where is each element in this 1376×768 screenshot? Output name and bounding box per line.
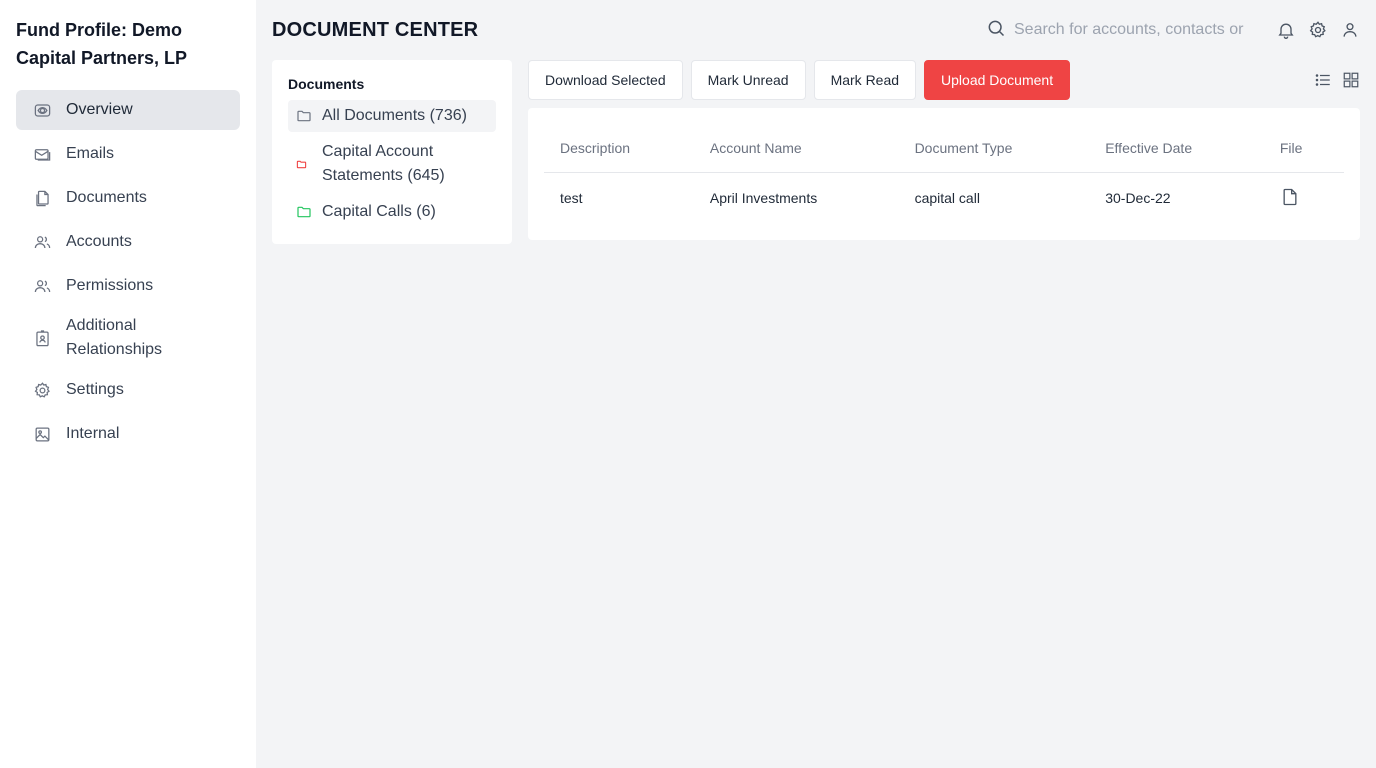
folder-capital-calls[interactable]: Capital Calls (6)	[288, 196, 496, 228]
view-toggles	[1314, 71, 1360, 89]
column-header-effective-date[interactable]: Effective Date	[1089, 124, 1264, 173]
mail-icon	[32, 144, 52, 164]
sidebar-item-label: Emails	[66, 145, 115, 162]
folder-label: All Documents (736)	[322, 107, 467, 124]
content-area: Documents All Documents (736) Capital Ac…	[272, 60, 1360, 244]
sidebar-item-documents[interactable]: Documents	[16, 178, 240, 218]
documents-table: Description Account Name Document Type E…	[544, 124, 1344, 224]
sidebar: Fund Profile: Demo Capital Partners, LP …	[0, 0, 256, 768]
page-title: DOCUMENT CENTER	[272, 18, 479, 41]
gear-icon	[32, 380, 52, 400]
folder-all-documents[interactable]: All Documents (736)	[288, 100, 496, 132]
sidebar-item-label: Documents	[66, 189, 147, 206]
folder-capital-account-statements[interactable]: Capital Account Statements (645)	[288, 136, 496, 192]
sidebar-item-label: Accounts	[66, 233, 132, 250]
sidebar-item-permissions[interactable]: Permissions	[16, 266, 240, 306]
sidebar-item-label: Settings	[66, 381, 124, 398]
download-selected-button[interactable]: Download Selected	[528, 60, 683, 100]
sidebar-item-label: Internal	[66, 425, 120, 442]
image-icon	[32, 424, 52, 444]
main-content: DOCUMENT CENTER Search for accounts, con…	[256, 0, 1376, 768]
column-header-description[interactable]: Description	[544, 124, 694, 173]
column-header-account-name[interactable]: Account Name	[693, 124, 899, 173]
sidebar-nav: Overview Emails Documents Accounts Permi…	[16, 90, 240, 454]
folder-icon	[296, 108, 312, 124]
sidebar-item-label: Additional Relationships	[66, 317, 163, 358]
eye-icon	[32, 100, 52, 120]
file-icon[interactable]	[1280, 188, 1300, 210]
sidebar-item-settings[interactable]: Settings	[16, 370, 240, 410]
toolbar: Download Selected Mark Unread Mark Read …	[528, 60, 1360, 100]
cell-file	[1264, 172, 1344, 224]
upload-document-button[interactable]: Upload Document	[924, 60, 1071, 100]
top-right-controls	[986, 18, 1360, 43]
fund-title: Fund Profile: Demo Capital Partners, LP	[16, 20, 188, 68]
cell-document-type: capital call	[914, 190, 980, 207]
list-view-icon[interactable]	[1314, 71, 1332, 89]
sidebar-item-label: Permissions	[66, 277, 154, 294]
search-box	[986, 18, 1264, 43]
column-header-document-type[interactable]: Document Type	[898, 124, 1090, 173]
column-header-file: File	[1263, 124, 1344, 173]
folder-icon	[296, 204, 312, 220]
search-icon	[986, 18, 1006, 43]
documents-table-card: Description Account Name Document Type E…	[528, 108, 1360, 240]
cell-description: test	[560, 190, 583, 207]
folder-panel: Documents All Documents (736) Capital Ac…	[272, 60, 512, 244]
documents-icon	[32, 188, 52, 208]
mark-unread-button[interactable]: Mark Unread	[690, 60, 806, 100]
sidebar-item-overview[interactable]: Overview	[16, 90, 240, 130]
sidebar-item-internal[interactable]: Internal	[16, 414, 240, 454]
contact-card-icon	[32, 328, 52, 348]
folder-label: Capital Account Statements (645)	[322, 143, 445, 184]
sidebar-item-emails[interactable]: Emails	[16, 134, 240, 174]
folder-icon	[296, 156, 312, 172]
folder-label: Capital Calls (6)	[322, 203, 436, 220]
table-row[interactable]: test April Investments capital call 30-D…	[544, 172, 1344, 224]
users-icon	[32, 232, 52, 252]
user-icon[interactable]	[1340, 20, 1360, 40]
cell-effective-date: 30-Dec-22	[1105, 190, 1171, 207]
app: Fund Profile: Demo Capital Partners, LP …	[0, 0, 1376, 768]
bell-icon[interactable]	[1276, 20, 1296, 40]
grid-view-icon[interactable]	[1342, 71, 1360, 89]
gear-icon[interactable]	[1308, 20, 1328, 40]
folders-heading: Documents	[288, 76, 365, 92]
sidebar-item-additional-relationships[interactable]: Additional Relationships	[16, 310, 240, 366]
sidebar-item-accounts[interactable]: Accounts	[16, 222, 240, 262]
users-icon	[32, 276, 52, 296]
search-input[interactable]	[1014, 21, 1264, 39]
table-header-row: Description Account Name Document Type E…	[544, 124, 1344, 173]
cell-account-name: April Investments	[709, 190, 818, 207]
sidebar-item-label: Overview	[66, 101, 133, 118]
top-bar: DOCUMENT CENTER	[272, 16, 1360, 44]
documents-section: Download Selected Mark Unread Mark Read …	[528, 60, 1360, 240]
mark-read-button[interactable]: Mark Read	[813, 60, 917, 100]
